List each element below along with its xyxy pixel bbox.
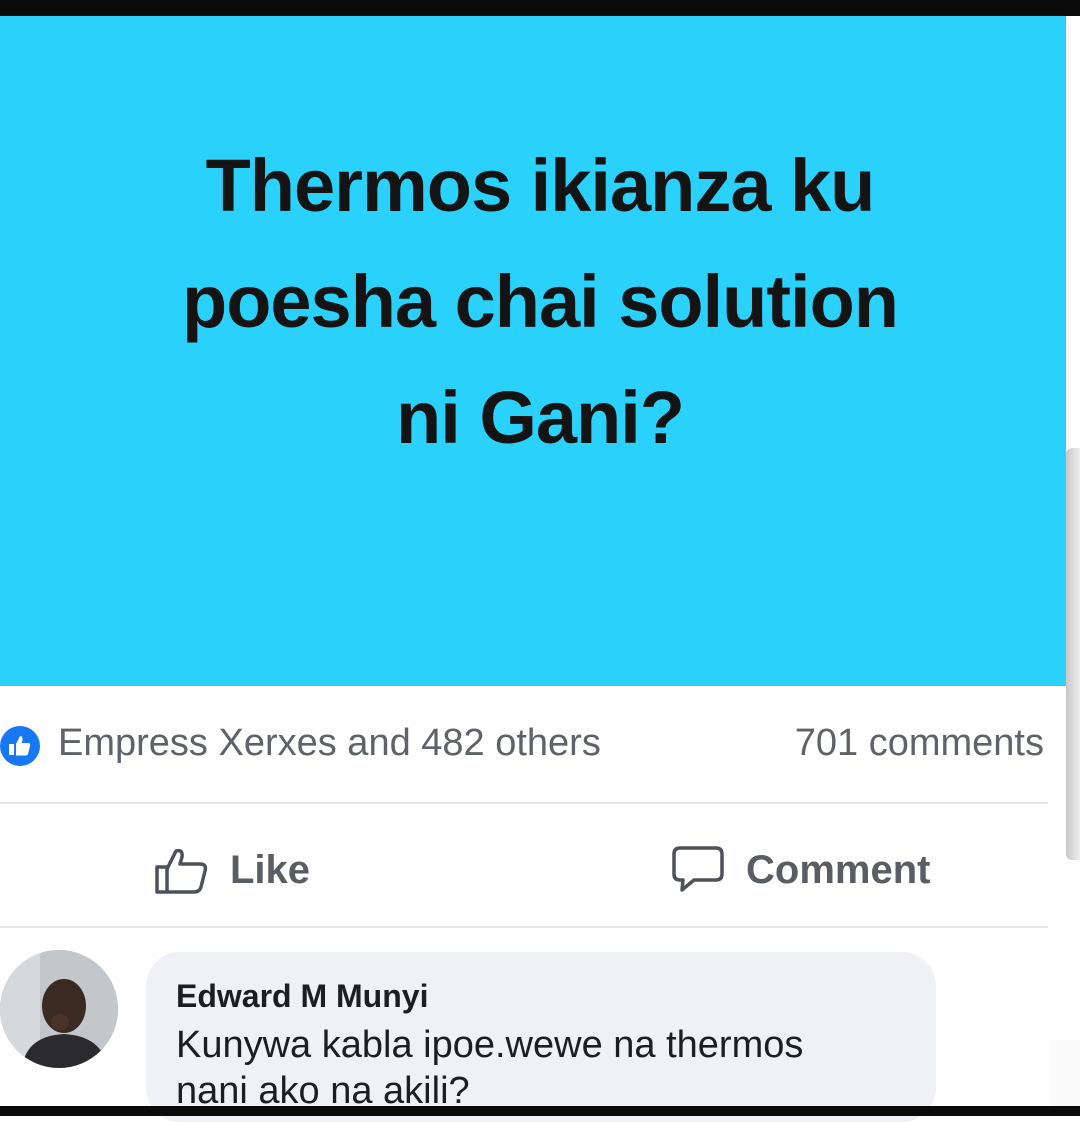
- reactions-row[interactable]: Empress Xerxes and 482 others 701 commen…: [0, 718, 1060, 774]
- like-reaction-icon: [0, 726, 40, 766]
- post-line: poesha chai solution: [182, 260, 899, 343]
- corner-edge: [1050, 1040, 1080, 1106]
- post-line: ni Gani?: [396, 376, 685, 459]
- post-line: Thermos ikianza ku: [205, 144, 876, 227]
- bottom-edge-bar: [0, 1106, 1080, 1116]
- divider: [0, 926, 1048, 928]
- comment-button[interactable]: Comment: [670, 840, 930, 900]
- comment-bubble-icon: [670, 844, 726, 896]
- top-edge-bar: [0, 0, 1080, 16]
- thumbs-up-icon: [154, 845, 210, 895]
- like-button[interactable]: Like: [154, 840, 310, 900]
- avatar[interactable]: [0, 950, 118, 1068]
- comment-line: Kunywa kabla ipoe.wewe na thermos: [176, 1024, 804, 1066]
- comment-body: Kunywa kabla ipoe.wewe na thermos nani a…: [176, 1022, 916, 1114]
- reactions-summary[interactable]: Empress Xerxes and 482 others: [58, 722, 601, 765]
- like-label: Like: [230, 847, 311, 892]
- divider: [0, 802, 1048, 804]
- post-text: Thermos ikianza ku poesha chai solution …: [40, 128, 1040, 476]
- scroll-edge: [1066, 448, 1080, 860]
- comments-count[interactable]: 701 comments: [795, 722, 1044, 765]
- comment-label: Comment: [746, 847, 931, 892]
- comment-author[interactable]: Edward M Munyi: [176, 978, 428, 1015]
